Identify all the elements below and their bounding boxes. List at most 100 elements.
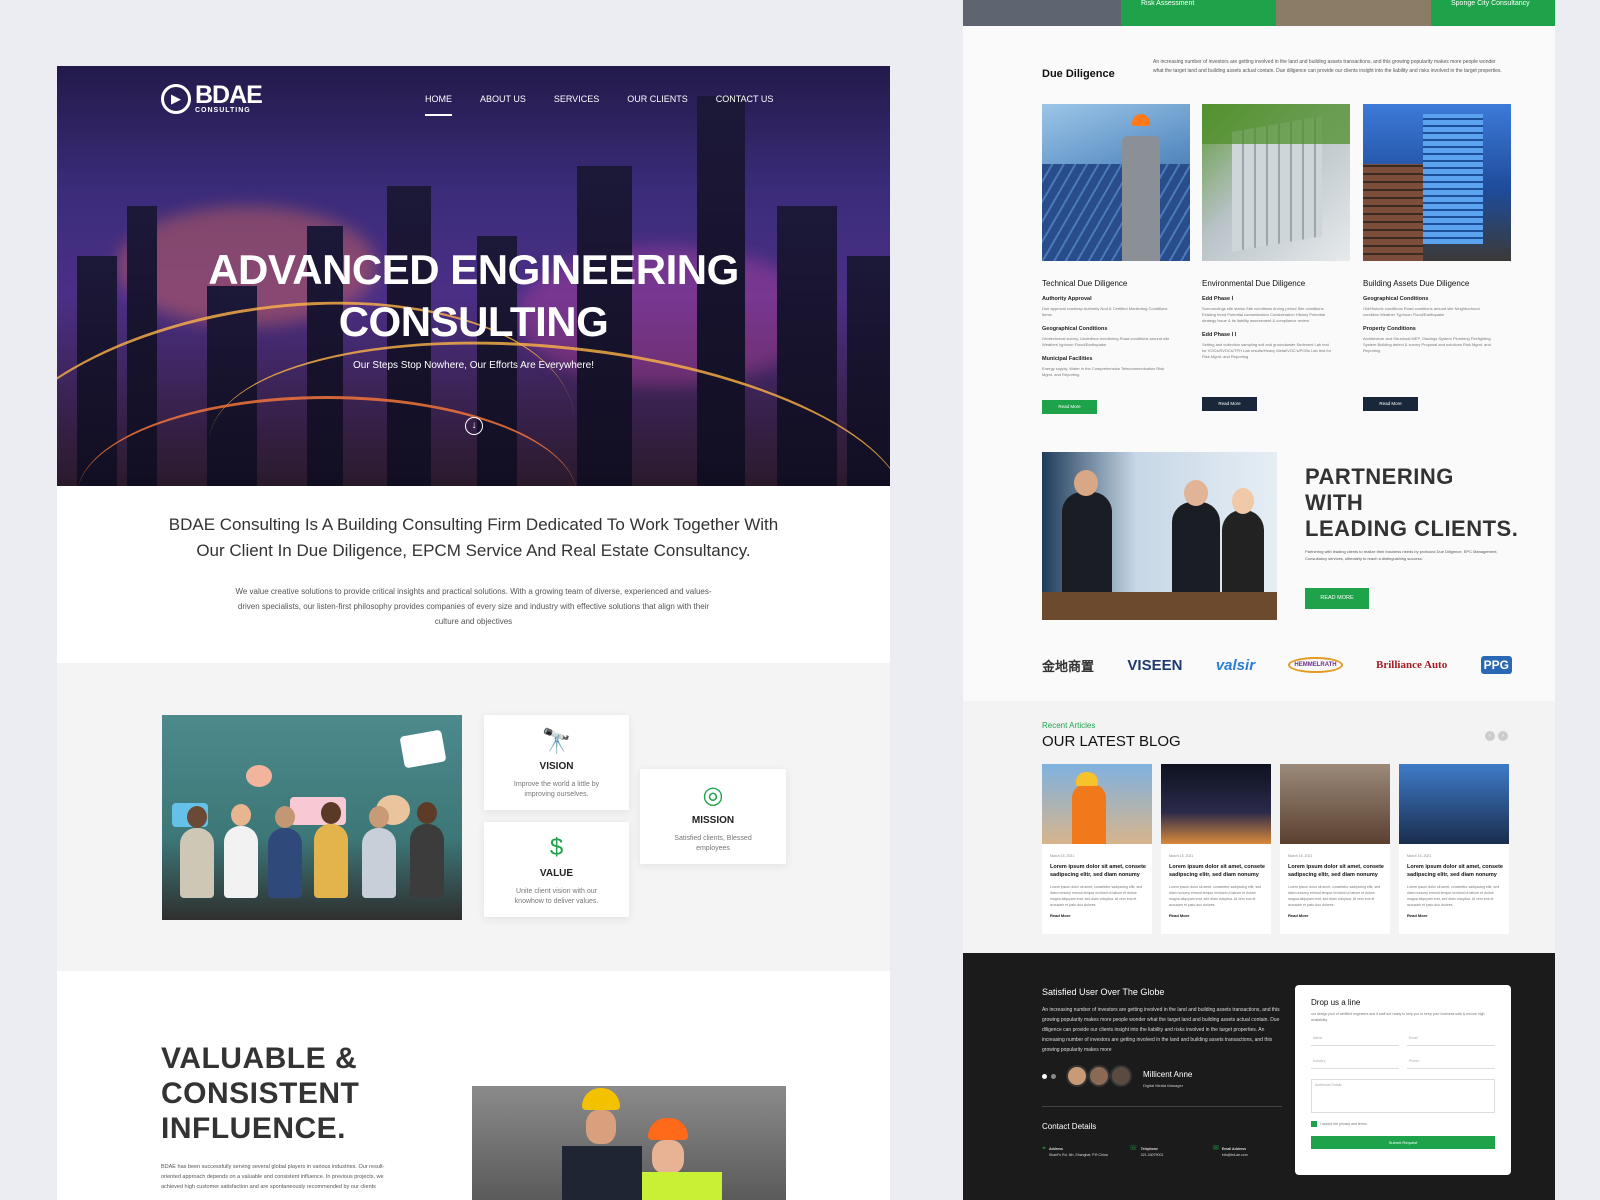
phone-input[interactable]: Phone — [1407, 1056, 1495, 1069]
form-title: Drop us a line — [1311, 998, 1361, 1007]
nav-contact-us[interactable]: CONTACT US — [716, 94, 774, 104]
strip-sponge-city[interactable]: Sponge City Consultancy — [1431, 0, 1555, 26]
nav-services[interactable]: SERVICES — [554, 94, 599, 104]
mail-icon: ✉ — [1213, 1145, 1219, 1152]
blog-section: Recent Articles OUR LATEST BLOG ‹ › Marc… — [963, 701, 1555, 953]
logo-jindi: 金地商置 — [1042, 658, 1095, 674]
influence-section: VALUABLE & CONSISTENT INFLUENCE. BDAE ha… — [57, 971, 890, 1200]
checkbox[interactable] — [1311, 1121, 1317, 1127]
blog-card[interactable]: March 15, 2021 Lorem ipsum dolor sit ame… — [1042, 764, 1152, 934]
email-input[interactable]: Email — [1407, 1033, 1495, 1046]
partner-read-more-button[interactable]: READ MORE — [1305, 588, 1369, 609]
testimonial-text: An increasing number of investors are ge… — [1042, 1007, 1280, 1053]
team-photo — [162, 715, 462, 920]
influence-heading-line-3: INFLUENCE. — [161, 1112, 346, 1145]
blog-image-city-night — [1161, 764, 1271, 844]
logo-hemmelrath: HEMMELRATH — [1288, 657, 1343, 673]
blog-card[interactable]: March 15, 2021 Lorem ipsum dolor sit ame… — [1280, 764, 1390, 934]
blog-post-title[interactable]: Lorem ipsum dolor sit amet, consete sadi… — [1169, 863, 1265, 879]
homepage-mockup-left: ▶ BDAE CONSULTING HOME ABOUT US SERVICES… — [57, 66, 890, 1200]
pager-dot[interactable] — [1042, 1073, 1047, 1079]
dd-technical-txt-3: Energy supply, Water in the Comprehensio… — [1042, 366, 1165, 377]
read-more-button[interactable]: Read More — [1042, 400, 1097, 414]
dd-environmental-title: Environmental Due Diligence — [1202, 279, 1306, 288]
industry-input[interactable]: Industry — [1311, 1056, 1399, 1069]
location-pin-icon: ⌖ — [1042, 1145, 1046, 1152]
dd-column-environmental: Environmental Due Diligence Edd Phase Ⅰ … — [1202, 104, 1350, 360]
avatar[interactable] — [1110, 1065, 1132, 1087]
nav-home[interactable]: HOME — [425, 94, 452, 116]
logo-viseen: VISEEN — [1127, 656, 1183, 674]
partner-heading-line-1: PARTNERING — [1305, 464, 1454, 489]
mission-card: ◎ MISSION Satisfied clients, Blessed emp… — [640, 769, 786, 864]
contact-form: Drop us a line our design pool of certif… — [1295, 985, 1511, 1175]
submit-request-button[interactable]: Submit Request — [1311, 1136, 1495, 1149]
blog-read-more-link[interactable]: Read More — [1407, 913, 1509, 918]
blog-card[interactable]: March 15, 2021 Lorem ipsum dolor sit ame… — [1161, 764, 1271, 934]
pager-dot[interactable] — [1051, 1073, 1056, 1079]
contact-email: ✉ Email Address info@bd-ae.com — [1213, 1145, 1248, 1158]
play-icon: ▶ — [161, 83, 191, 114]
telescope-icon: 🔭 — [541, 728, 572, 755]
chevron-left-icon[interactable]: ‹ — [1485, 731, 1495, 741]
dd-column-building-assets: Building Assets Due Diligence Geographic… — [1363, 104, 1511, 354]
brand-logo[interactable]: ▶ BDAE CONSULTING — [161, 83, 263, 114]
blog-read-more-link[interactable]: Read More — [1050, 913, 1152, 918]
contact-address: ⌖ Address ShanFu Rd. 4th, Shanghai, P.R.C… — [1042, 1145, 1108, 1158]
hero-section: ▶ BDAE CONSULTING HOME ABOUT US SERVICES… — [57, 66, 890, 486]
logo-valsir: valsir — [1215, 656, 1256, 674]
dd-building-sub-1: Geographical Conditions — [1363, 296, 1429, 302]
partner-heading-line-2: WITH — [1305, 490, 1364, 515]
blog-label: Recent Articles — [1042, 721, 1096, 730]
avatar[interactable] — [1066, 1065, 1088, 1087]
strip-risk-assessment[interactable]: Risk Assessment — [1121, 0, 1276, 26]
office-tower-photo — [1363, 104, 1511, 261]
dd-building-txt-2: Architecture and Structural MEP, Glazing… — [1363, 336, 1491, 353]
vision-title: VISION — [539, 761, 574, 772]
blog-image-meeting — [1280, 764, 1390, 844]
avatar[interactable] — [1088, 1065, 1110, 1087]
phone-value: 021-34079001 — [1140, 1153, 1164, 1157]
dd-column-technical: Technical Due Diligence Authority Approv… — [1042, 104, 1190, 378]
blog-read-more-link[interactable]: Read More — [1288, 913, 1390, 918]
name-input[interactable]: Name — [1311, 1033, 1399, 1046]
read-more-button[interactable]: Read More — [1202, 397, 1257, 411]
due-diligence-title: Due Diligence — [1042, 68, 1115, 80]
dd-technical-txt-2: Geotechnical survey, Underfloor monitori… — [1042, 336, 1170, 347]
testimonial-role: Digital Media Manager — [1143, 1083, 1184, 1088]
value-text: Unite client vision with our knowhow to … — [514, 888, 599, 905]
privacy-label: I accept the privacy and terms — [1320, 1122, 1367, 1126]
chevron-right-icon[interactable]: › — [1498, 731, 1508, 741]
strip-photo-1 — [963, 0, 1121, 26]
blog-post-excerpt: Lorem ipsum dolor sit amet, consetetur s… — [1407, 885, 1500, 907]
blog-title: OUR LATEST BLOG — [1042, 733, 1181, 750]
contact-details-title: Contact Details — [1042, 1122, 1097, 1131]
dd-environmental-txt-2: Setting and collection sampling soil and… — [1202, 342, 1332, 359]
privacy-checkbox-row[interactable]: I accept the privacy and terms — [1311, 1121, 1367, 1127]
handshake-photo — [1042, 452, 1277, 620]
blog-post-title[interactable]: Lorem ipsum dolor sit amet, consete sadi… — [1288, 863, 1384, 879]
dd-environmental-sub-2: Edd Phase Ⅰ Ⅰ — [1202, 332, 1237, 338]
contact-phone: ☏ Telephone 021-34079001 — [1129, 1145, 1164, 1158]
blog-post-title[interactable]: Lorem ipsum dolor sit amet, consete sadi… — [1407, 863, 1503, 879]
details-textarea[interactable]: Additional Details — [1311, 1079, 1495, 1113]
client-logos: 金地商置 VISEEN valsir HEMMELRATH Brilliance… — [1042, 652, 1512, 678]
blog-read-more-link[interactable]: Read More — [1169, 913, 1271, 918]
address-label: Address — [1048, 1147, 1063, 1151]
phone-icon: ☏ — [1129, 1145, 1138, 1152]
blog-card[interactable]: March 15, 2021 Lorem ipsum dolor sit ame… — [1399, 764, 1509, 934]
logo-subtext: CONSULTING — [195, 107, 251, 114]
blog-post-title[interactable]: Lorem ipsum dolor sit amet, consete sadi… — [1050, 863, 1146, 879]
blog-post-excerpt: Lorem ipsum dolor sit amet, consetetur s… — [1169, 885, 1262, 907]
testimonial-title: Satisfied User Over The Globe — [1042, 987, 1165, 997]
read-more-button[interactable]: Read More — [1363, 397, 1418, 411]
dd-technical-txt-1: Due approval roadmap Authority Nod & Cer… — [1042, 306, 1168, 317]
nav-our-clients[interactable]: OUR CLIENTS — [627, 94, 688, 104]
form-description: our design pool of certified engineers a… — [1311, 1012, 1485, 1022]
nav-about-us[interactable]: ABOUT US — [480, 94, 526, 104]
intro-section: BDAE Consulting Is A Building Consulting… — [57, 486, 890, 663]
dd-technical-sub-2: Geographical Conditions — [1042, 326, 1108, 332]
due-diligence-desc: An increasing number of investors are ge… — [1153, 59, 1502, 74]
phone-label: Telephone — [1140, 1147, 1159, 1151]
scroll-down-icon[interactable]: ↓ — [465, 417, 483, 435]
